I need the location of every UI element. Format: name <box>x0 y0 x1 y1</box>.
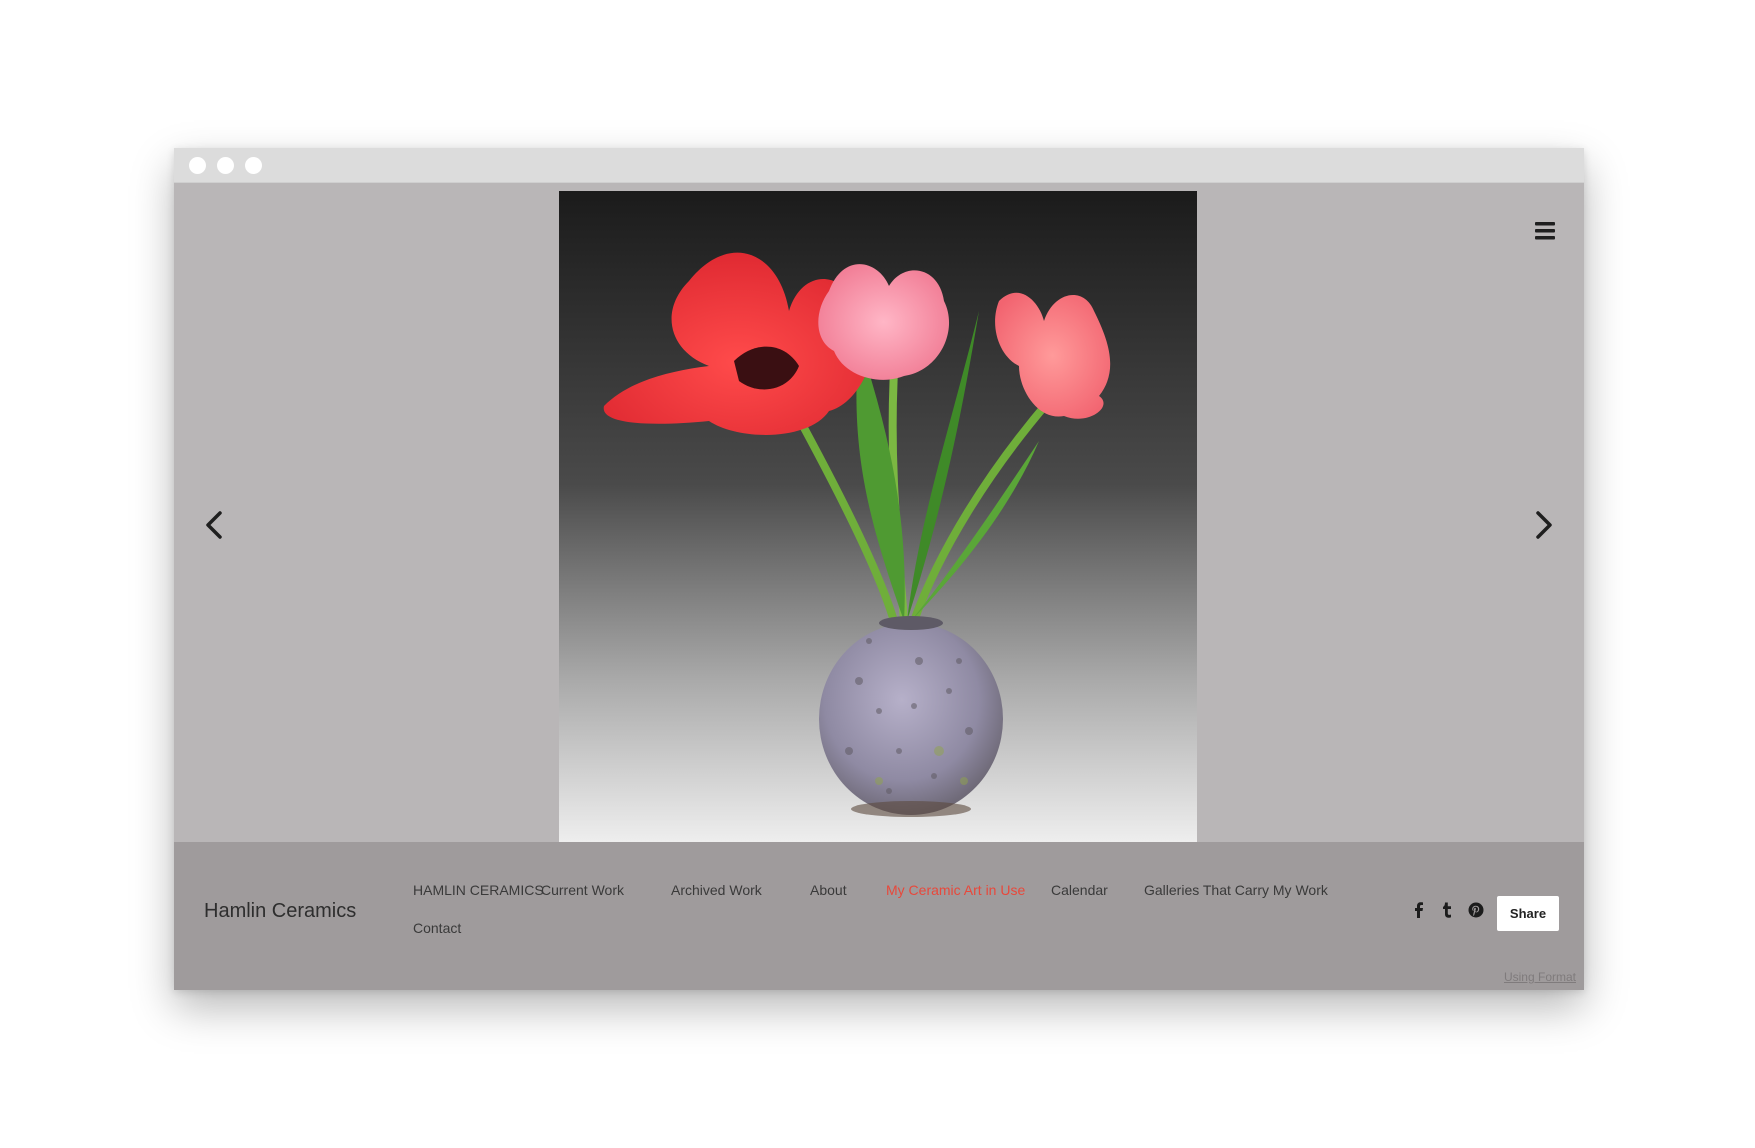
window-minimize-dot[interactable] <box>217 157 234 174</box>
gallery-image[interactable] <box>559 191 1197 842</box>
chevron-right-icon[interactable] <box>1526 508 1560 542</box>
using-format-link[interactable]: Using Format <box>1504 970 1576 984</box>
share-button[interactable]: Share <box>1497 896 1559 931</box>
gallery-stage <box>174 183 1584 842</box>
nav-item-about[interactable]: About <box>810 882 847 898</box>
window-maximize-dot[interactable] <box>245 157 262 174</box>
browser-window: Hamlin Ceramics HAMLIN CERAMICS Current … <box>174 148 1584 990</box>
nav-item-contact[interactable]: Contact <box>413 920 461 936</box>
nav-item-archived-work[interactable]: Archived Work <box>671 882 762 898</box>
chevron-left-icon[interactable] <box>198 508 232 542</box>
nav-item-galleries[interactable]: Galleries That Carry My Work <box>1144 882 1328 898</box>
facebook-icon[interactable] <box>1409 900 1429 920</box>
nav-item-ceramic-art-in-use[interactable]: My Ceramic Art in Use <box>886 882 1025 898</box>
site-brand[interactable]: Hamlin Ceramics <box>204 900 356 923</box>
pinterest-icon[interactable] <box>1466 900 1486 920</box>
nav-item-current-work[interactable]: Current Work <box>541 882 624 898</box>
tumblr-icon[interactable] <box>1437 900 1457 920</box>
site-footer: Hamlin Ceramics HAMLIN CERAMICS Current … <box>174 842 1584 990</box>
hamburger-menu-icon[interactable] <box>1532 218 1558 244</box>
window-close-dot[interactable] <box>189 157 206 174</box>
nav-item-calendar[interactable]: Calendar <box>1051 882 1108 898</box>
browser-titlebar <box>174 148 1584 183</box>
nav-item-hamlin-ceramics[interactable]: HAMLIN CERAMICS <box>413 882 544 898</box>
